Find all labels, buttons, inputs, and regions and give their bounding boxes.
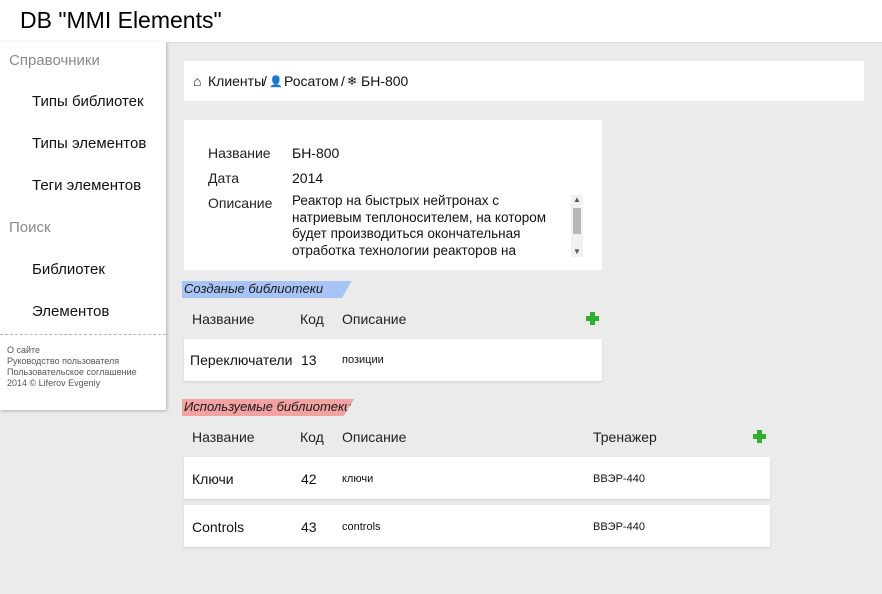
add-used-library-icon[interactable] (753, 430, 766, 443)
sidebar: Справочники Типы библиотек Типы элементо… (0, 42, 166, 410)
used-col-name: Название (192, 429, 255, 445)
top-bar: DB "MMI Elements" (0, 0, 882, 43)
breadcrumb: ⌂ Клиенты / 👤 Росатом / ❄ БН-800 (184, 61, 864, 101)
used-col-description: Описание (342, 429, 407, 445)
breadcrumb-clients[interactable]: Клиенты (208, 73, 264, 89)
table-row[interactable]: Controls 43 controls ВВЭР-440 (184, 505, 770, 547)
simulator-info-card: Название БН-800 Дата 2014 Описание Реакт… (184, 120, 602, 270)
scroll-down-icon[interactable]: ▼ (571, 247, 583, 257)
cell-code: 43 (301, 519, 317, 535)
name-value: БН-800 (292, 145, 340, 161)
footer-copyright: 2014 © Liferov Evgeniy (7, 378, 101, 388)
used-col-code: Код (300, 429, 324, 445)
cell-name[interactable]: Ключи (192, 471, 234, 487)
breadcrumb-separator: / (263, 73, 267, 89)
name-label: Название (208, 145, 271, 161)
breadcrumb-separator: / (341, 73, 345, 89)
table-row[interactable]: Ключи 42 ключи ВВЭР-440 (184, 457, 770, 499)
sidebar-heading-search: Поиск (9, 219, 51, 236)
breadcrumb-current: БН-800 (361, 73, 409, 89)
user-icon: 👤 (269, 76, 283, 88)
sidebar-item-element-tags[interactable]: Теги элементов (32, 177, 141, 194)
app-title[interactable]: DB "MMI Elements" (20, 7, 222, 34)
sidebar-item-library-types[interactable]: Типы библиотек (32, 93, 144, 110)
description-value: Реактор на быстрых нейтронах с натриевым… (292, 193, 547, 258)
scroll-up-icon[interactable]: ▲ (571, 195, 583, 205)
footer-link-user-agreement[interactable]: Пользовательское соглашение (7, 367, 137, 378)
cell-name[interactable]: Переключатели (190, 352, 292, 368)
used-libraries-title: Используемые библиотеки (182, 399, 354, 416)
cell-trainer: ВВЭР-440 (593, 521, 645, 533)
sidebar-heading-reference: Справочники (9, 52, 100, 69)
cell-description: ключи (342, 473, 374, 485)
created-libraries-title: Созданые библиотеки (182, 281, 352, 298)
description-scrollbar[interactable]: ▲ ▼ (571, 195, 583, 257)
sidebar-item-search-elements[interactable]: Элементов (32, 303, 109, 320)
cell-name[interactable]: Controls (192, 519, 244, 535)
cell-description: позиции (342, 354, 384, 366)
cell-code: 13 (301, 352, 317, 368)
table-row[interactable]: Переключатели 13 позиции (184, 339, 602, 381)
date-label: Дата (208, 170, 240, 186)
description-box[interactable]: Реактор на быстрых нейтронах с натриевым… (292, 193, 586, 259)
footer-link-user-guide[interactable]: Руководство пользователя (7, 356, 119, 367)
cell-code: 42 (301, 471, 317, 487)
add-created-library-icon[interactable] (586, 312, 599, 325)
created-col-description: Описание (342, 311, 407, 327)
breadcrumb-client[interactable]: Росатом (284, 73, 339, 89)
used-col-trainer: Тренажер (593, 429, 657, 445)
created-col-code: Код (300, 311, 324, 327)
sidebar-item-element-types[interactable]: Типы элементов (32, 135, 146, 152)
created-col-name: Название (192, 311, 255, 327)
sidebar-divider (0, 334, 166, 335)
home-icon: ⌂ (193, 73, 202, 89)
footer-link-about[interactable]: О сайте (7, 345, 40, 356)
description-label: Описание (208, 195, 273, 211)
cell-description: controls (342, 521, 381, 533)
scroll-thumb[interactable] (573, 208, 581, 234)
sidebar-item-search-libraries[interactable]: Библиотек (32, 261, 105, 278)
snowflake-icon: ❄ (347, 74, 358, 88)
cell-trainer: ВВЭР-440 (593, 473, 645, 485)
date-value: 2014 (292, 170, 324, 186)
